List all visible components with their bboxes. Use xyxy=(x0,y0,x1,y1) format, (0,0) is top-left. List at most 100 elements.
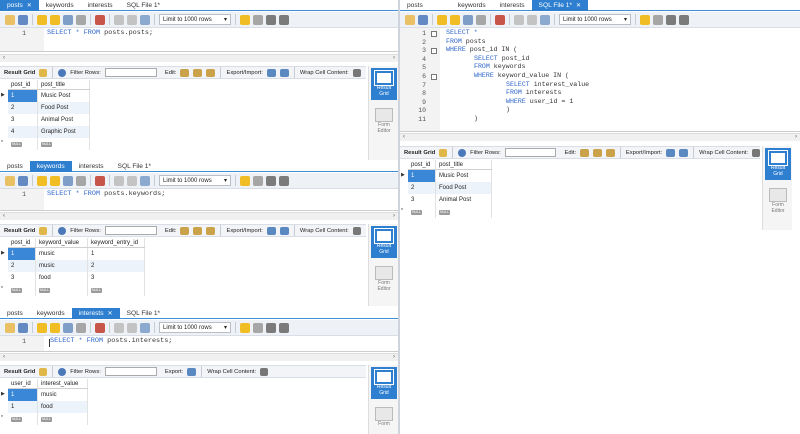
wrap-lines-icon[interactable] xyxy=(279,322,289,333)
tab-posts[interactable]: posts ✕ xyxy=(0,0,39,11)
stop-icon[interactable] xyxy=(76,14,86,25)
filter-rows-input[interactable] xyxy=(504,148,557,157)
delete-row-icon[interactable] xyxy=(206,68,216,77)
table-row[interactable]: 1 music 1 xyxy=(8,248,145,260)
tab-keywords[interactable]: keywords xyxy=(29,161,72,172)
table-cell[interactable]: NULL xyxy=(38,138,90,150)
export-icon[interactable] xyxy=(666,148,676,157)
fold-marker-icon[interactable] xyxy=(431,48,437,55)
rollback-icon[interactable] xyxy=(127,175,137,186)
wrap-cell-icon[interactable] xyxy=(260,367,269,376)
limit-rows-select[interactable]: Limit to 1000 rows ▾ xyxy=(559,14,631,25)
toggle-output-icon[interactable] xyxy=(95,322,105,333)
invisible-chars-icon[interactable] xyxy=(266,14,276,25)
import-icon[interactable] xyxy=(679,148,689,157)
table-cell[interactable]: music xyxy=(36,248,88,260)
explain-icon[interactable] xyxy=(63,14,73,25)
open-folder-icon[interactable] xyxy=(5,175,15,186)
execute-icon[interactable] xyxy=(437,14,447,25)
sql-editor[interactable]: 1 SELECT * FROM posts.keywords; xyxy=(0,189,398,211)
delete-row-icon[interactable] xyxy=(605,148,615,157)
table-cell[interactable]: 4 xyxy=(8,126,38,138)
pane-divider[interactable] xyxy=(398,0,400,434)
table-row[interactable]: 2 music 2 xyxy=(8,260,145,272)
table-cell[interactable]: NULL xyxy=(8,138,38,150)
table-cell[interactable]: NULL xyxy=(436,206,492,218)
table-row[interactable]: 3 Animal Post xyxy=(8,114,90,126)
tab-interests[interactable]: interests ✕ xyxy=(71,308,120,319)
beautify-icon[interactable] xyxy=(240,175,250,186)
find-icon[interactable] xyxy=(253,322,263,333)
table-cell[interactable]: NULL xyxy=(36,284,88,296)
execute-current-icon[interactable] xyxy=(50,14,60,25)
import-icon[interactable] xyxy=(279,226,289,235)
column-header[interactable]: keyword_value xyxy=(36,238,88,247)
toggle-output-icon[interactable] xyxy=(495,14,505,25)
form-editor-side-button[interactable]: Form Editor xyxy=(371,266,397,292)
table-cell[interactable]: NULL xyxy=(8,284,36,296)
new-row[interactable]: NULL NULL xyxy=(8,413,88,425)
table-cell[interactable]: 1 xyxy=(408,170,436,182)
table-cell[interactable]: 2 xyxy=(88,260,145,272)
column-header[interactable]: post_id xyxy=(8,238,36,247)
form-editor-side-button[interactable]: Form Editor xyxy=(371,108,397,134)
commit-icon[interactable] xyxy=(114,14,124,25)
beautify-icon[interactable] xyxy=(240,14,250,25)
edit-row-icon[interactable] xyxy=(180,68,190,77)
table-row[interactable]: 3 food 3 xyxy=(8,272,145,284)
tab-sql-file-1[interactable]: SQL File 1* ✕ xyxy=(531,0,589,11)
table-cell[interactable]: NULL xyxy=(8,413,38,425)
beautify-icon[interactable] xyxy=(640,14,650,25)
scroll-left-icon[interactable]: ‹ xyxy=(403,134,405,140)
delete-row-icon[interactable] xyxy=(206,226,216,235)
horizontal-scrollbar[interactable]: ‹ › xyxy=(0,353,398,361)
add-row-icon[interactable] xyxy=(193,226,203,235)
execute-icon[interactable] xyxy=(37,175,47,186)
export-icon[interactable] xyxy=(266,226,276,235)
stop-icon[interactable] xyxy=(76,175,86,186)
table-cell[interactable]: 3 xyxy=(88,272,145,284)
autocommit-icon[interactable] xyxy=(140,322,150,333)
sql-editor[interactable]: 1 SELECT * FROM posts.interests; xyxy=(0,336,398,352)
wrap-lines-icon[interactable] xyxy=(279,175,289,186)
table-cell[interactable]: Graphic Post xyxy=(38,126,90,138)
save-icon[interactable] xyxy=(18,14,28,25)
export-icon[interactable] xyxy=(266,68,276,77)
autocommit-icon[interactable] xyxy=(540,14,550,25)
edit-row-icon[interactable] xyxy=(180,226,190,235)
invisible-chars-icon[interactable] xyxy=(266,322,276,333)
add-row-icon[interactable] xyxy=(593,148,602,157)
wrap-lines-icon[interactable] xyxy=(279,14,289,25)
toggle-output-icon[interactable] xyxy=(95,175,105,186)
table-cell[interactable]: 2 xyxy=(8,260,36,272)
add-row-icon[interactable] xyxy=(193,68,203,77)
column-header[interactable]: post_id xyxy=(8,80,38,89)
tab-posts[interactable]: posts xyxy=(0,308,30,319)
result-grid-side-button[interactable]: Result Grid xyxy=(371,68,397,100)
table-cell[interactable]: music xyxy=(36,260,88,272)
toggle-output-icon[interactable] xyxy=(95,14,105,25)
table-cell[interactable]: 3 xyxy=(8,114,38,126)
rollback-icon[interactable] xyxy=(127,322,137,333)
table-cell[interactable]: food xyxy=(36,272,88,284)
autocommit-icon[interactable] xyxy=(140,175,150,186)
table-row[interactable]: 4 Graphic Post xyxy=(8,126,90,138)
table-cell[interactable]: 1 xyxy=(8,389,38,401)
wrap-cell-icon[interactable] xyxy=(352,68,361,77)
save-icon[interactable] xyxy=(18,175,28,186)
tab-posts[interactable]: posts xyxy=(400,0,430,11)
form-editor-side-button[interactable]: Form Editor xyxy=(765,188,791,214)
open-folder-icon[interactable] xyxy=(405,14,415,25)
scroll-left-icon[interactable]: ‹ xyxy=(3,354,5,360)
wrap-cell-icon[interactable] xyxy=(352,226,361,235)
table-row[interactable]: 1 food xyxy=(8,401,88,413)
scroll-right-icon[interactable]: › xyxy=(393,55,395,61)
filter-rows-input[interactable] xyxy=(104,226,157,235)
table-cell[interactable]: 2 xyxy=(8,102,38,114)
table-row[interactable]: 3 Animal Post xyxy=(408,194,492,206)
table-row[interactable]: 2 Food Post xyxy=(408,182,492,194)
explain-icon[interactable] xyxy=(63,175,73,186)
tab-sql-file-1[interactable]: SQL File 1* xyxy=(120,0,167,11)
scroll-left-icon[interactable]: ‹ xyxy=(3,55,5,61)
rollback-icon[interactable] xyxy=(127,14,137,25)
